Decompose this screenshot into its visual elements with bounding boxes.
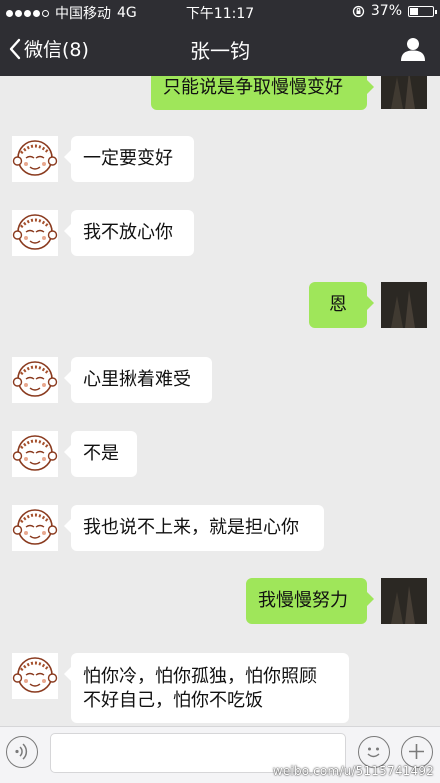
status-right: 37% (352, 3, 437, 19)
voice-button[interactable] (6, 736, 38, 768)
message-text: 我慢慢努力 (258, 590, 348, 611)
monkey-avatar-icon (12, 136, 58, 182)
message-bubble-incoming[interactable]: 我不放心你 (64, 210, 194, 256)
my-avatar-photo (381, 578, 427, 624)
profile-icon[interactable] (400, 36, 426, 62)
message-text: 一定要变好 (83, 148, 173, 169)
message-bubble-outgoing[interactable]: 恩 (309, 282, 374, 328)
battery-icon (408, 5, 437, 17)
monkey-avatar-icon (12, 653, 58, 699)
status-bar: 中国移动 4G 下午11:17 37% (0, 0, 440, 22)
contact-avatar[interactable] (12, 505, 58, 551)
message-bubble-incoming[interactable]: 不是 (64, 431, 137, 477)
voice-icon (15, 743, 28, 760)
message-bubble-incoming[interactable]: 我也说不上来，就是担心你 (64, 505, 324, 551)
message-text: 心里揪着难受 (83, 369, 191, 390)
monkey-avatar-icon (12, 431, 58, 477)
chat-title: 张一钧 (190, 39, 250, 63)
chat-area[interactable]: 只能说是争取慢慢变好 一定要变好 我不放心你 恩 心里揪着难受 不是 我也说不上… (0, 76, 440, 726)
message-text-line: 怕你冷，怕你孤独，怕你照顾 (83, 666, 317, 687)
monkey-avatar-icon (12, 357, 58, 403)
message-text: 我不放心你 (83, 222, 173, 243)
message-text: 我也说不上来，就是担心你 (83, 517, 299, 538)
message-bubble-incoming[interactable]: 一定要变好 (64, 136, 194, 182)
watermark: weibo.com/u/5115741492 (272, 764, 434, 778)
message-bubble-outgoing[interactable]: 只能说是争取慢慢变好 (151, 76, 374, 110)
my-avatar[interactable] (381, 76, 427, 109)
my-avatar-photo (381, 282, 427, 328)
message-bubble-incoming[interactable]: 心里揪着难受 (64, 357, 212, 403)
message-text: 只能说是争取慢慢变好 (163, 77, 343, 98)
message-bubble-incoming[interactable]: 怕你冷，怕你孤独，怕你照顾 不好自己，怕你不吃饭 (64, 653, 349, 723)
my-avatar[interactable] (381, 282, 427, 328)
emoji-icon (367, 747, 380, 758)
contact-avatar[interactable] (12, 653, 58, 699)
message-bubble-outgoing[interactable]: 我慢慢努力 (246, 578, 374, 624)
contact-avatar[interactable] (12, 136, 58, 182)
message-text: 不是 (83, 443, 119, 464)
message-text: 恩 (329, 294, 347, 315)
nav-bar: 微信(8) 张一钧 (0, 22, 440, 76)
my-avatar-photo (381, 76, 427, 109)
monkey-avatar-icon (12, 505, 58, 551)
monkey-avatar-icon (12, 210, 58, 256)
message-text-line: 不好自己，怕你不吃饭 (83, 690, 263, 711)
rotation-lock-icon (352, 5, 365, 17)
contact-avatar[interactable] (12, 210, 58, 256)
plus-icon (409, 744, 424, 759)
contact-avatar[interactable] (12, 357, 58, 403)
my-avatar[interactable] (381, 578, 427, 624)
contact-avatar[interactable] (12, 431, 58, 477)
battery-percent: 37% (370, 3, 402, 19)
